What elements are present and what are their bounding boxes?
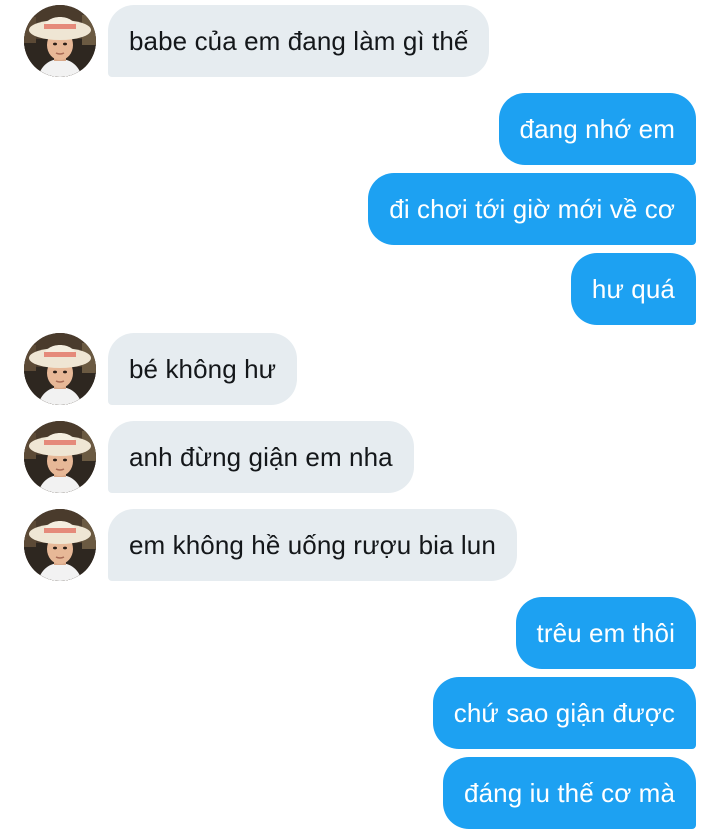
contact-avatar[interactable] [24, 509, 96, 581]
outgoing-message-bubble[interactable]: đang nhớ em [498, 93, 696, 165]
outgoing-message-bubble[interactable]: hư quá [570, 253, 696, 325]
outgoing-message-bubble[interactable]: chứ sao giận được [432, 677, 696, 749]
contact-avatar[interactable] [24, 333, 96, 405]
avatar-icon [24, 509, 96, 581]
avatar-icon [24, 421, 96, 493]
incoming-message-bubble[interactable]: babe của em đang làm gì thế [108, 5, 490, 77]
incoming-message-bubble[interactable]: bé không hư [108, 333, 298, 405]
outgoing-message-bubble[interactable]: đi chơi tới giờ mới về cơ [368, 173, 696, 245]
avatar-icon [24, 333, 96, 405]
contact-avatar[interactable] [24, 421, 96, 493]
incoming-message-bubble[interactable]: em không hề uống rượu bia lun [108, 509, 517, 581]
message-thread: babe của em đang làm gì thế đang nhớ em … [0, 0, 720, 836]
incoming-message-bubble[interactable]: anh đừng giận em nha [108, 421, 414, 493]
outgoing-message-bubble[interactable]: đáng iu thế cơ mà [443, 757, 696, 829]
avatar-icon [24, 5, 96, 77]
outgoing-message-bubble[interactable]: trêu em thôi [515, 597, 696, 669]
contact-avatar[interactable] [24, 5, 96, 77]
